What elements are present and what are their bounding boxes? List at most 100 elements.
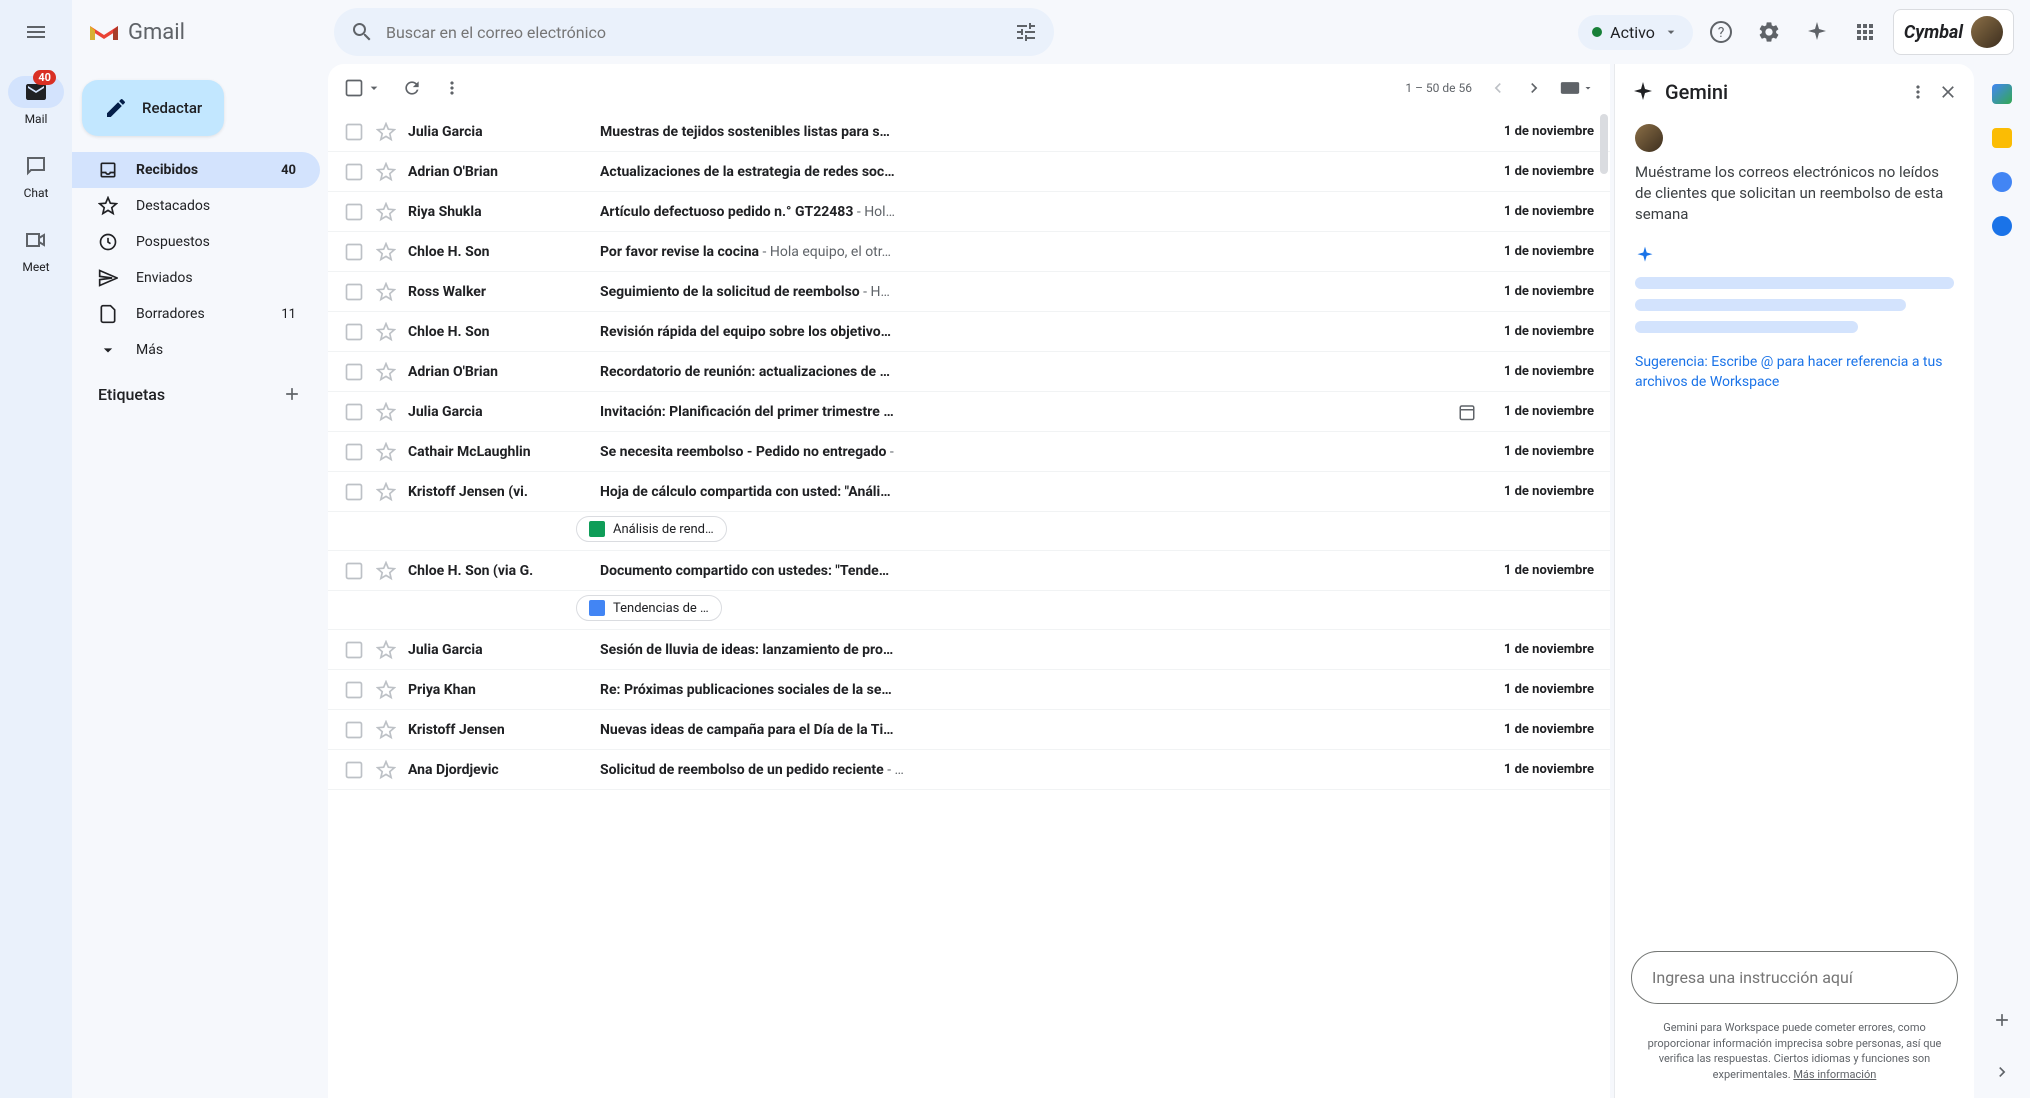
gemini-input[interactable] (1652, 968, 1937, 987)
avatar[interactable] (1971, 16, 2003, 48)
email-sender: Adrian O'Brian (408, 364, 588, 380)
star-icon[interactable] (376, 282, 396, 302)
row-checkbox[interactable] (344, 561, 364, 581)
scrollbar[interactable] (1600, 114, 1608, 174)
email-row[interactable]: Adrian O'Brian Recordatorio de reunión: … (328, 352, 1610, 392)
search-input[interactable] (386, 23, 1002, 42)
email-row[interactable]: Cathair McLaughlin Se necesita reembolso… (328, 432, 1610, 472)
row-checkbox[interactable] (344, 282, 364, 302)
star-icon[interactable] (376, 561, 396, 581)
email-row[interactable]: Kristoff Jensen Nuevas ideas de campaña … (328, 710, 1610, 750)
input-tools-button[interactable] (1560, 81, 1594, 95)
star-icon[interactable] (376, 202, 396, 222)
row-checkbox[interactable] (344, 640, 364, 660)
row-checkbox[interactable] (344, 362, 364, 382)
nav-item-more[interactable]: Más (72, 332, 320, 368)
brand-box[interactable]: Cymbal (1893, 9, 2014, 55)
row-checkbox[interactable] (344, 322, 364, 342)
row-checkbox[interactable] (344, 242, 364, 262)
gemini-input-wrap[interactable] (1631, 951, 1958, 1004)
select-all-checkbox[interactable] (344, 78, 364, 98)
email-row[interactable]: Kristoff Jensen (vi. Hoja de cálculo com… (328, 472, 1610, 512)
email-sender: Chloe H. Son (via G. (408, 563, 588, 579)
rail-mail[interactable]: 40 Mail (0, 72, 72, 130)
rail-meet[interactable]: Meet (0, 220, 72, 278)
row-checkbox[interactable] (344, 402, 364, 422)
star-icon[interactable] (376, 720, 396, 740)
select-dropdown-icon[interactable] (366, 80, 382, 96)
gemini-panel: Gemini Muéstrame los correos electrónico… (1614, 64, 1974, 1098)
prev-page-button[interactable] (1488, 78, 1508, 98)
header: Gmail Activo ? Cymbal (72, 0, 2030, 64)
star-icon[interactable] (376, 402, 396, 422)
contacts-app-icon[interactable] (1992, 216, 2012, 236)
status-chip[interactable]: Activo (1578, 15, 1693, 50)
star-icon[interactable] (376, 362, 396, 382)
email-row[interactable]: Chloe H. Son Por favor revise la cocina … (328, 232, 1610, 272)
row-checkbox[interactable] (344, 482, 364, 502)
star-icon[interactable] (376, 680, 396, 700)
email-row[interactable]: Chloe H. Son (via G. Documento compartid… (328, 551, 1610, 591)
nav-item-draft[interactable]: Borradores 11 (72, 296, 320, 332)
star-icon[interactable] (376, 482, 396, 502)
nav-item-star[interactable]: Destacados (72, 188, 320, 224)
plus-icon[interactable] (282, 384, 302, 404)
nav-item-clock[interactable]: Pospuestos (72, 224, 320, 260)
help-button[interactable]: ? (1701, 12, 1741, 52)
nav-item-inbox[interactable]: Recibidos 40 (72, 152, 320, 188)
row-checkbox[interactable] (344, 720, 364, 740)
star-icon[interactable] (376, 640, 396, 660)
settings-button[interactable] (1749, 12, 1789, 52)
email-row[interactable]: Ana Djordjevic Solicitud de reembolso de… (328, 750, 1610, 790)
email-row[interactable]: Adrian O'Brian Actualizaciones de la est… (328, 152, 1610, 192)
email-subject: Se necesita reembolso - Pedido no entreg… (600, 444, 1480, 460)
compose-button[interactable]: Redactar (82, 80, 224, 136)
email-row[interactable]: Riya Shukla Artículo defectuoso pedido n… (328, 192, 1610, 232)
tasks-app-icon[interactable] (1992, 172, 2012, 192)
email-sender: Kristoff Jensen (408, 722, 588, 738)
more-button[interactable] (442, 78, 462, 98)
tune-icon[interactable] (1014, 20, 1038, 44)
logo[interactable]: Gmail (88, 20, 326, 45)
email-subject: Documento compartido con ustedes: "Tende… (600, 563, 1480, 579)
collapse-rail-button[interactable] (1992, 1062, 2012, 1082)
search-bar[interactable] (334, 8, 1054, 56)
sparkle-icon (1805, 20, 1829, 44)
attachment-chip[interactable]: Análisis de rend… (576, 516, 727, 542)
calendar-icon (1458, 403, 1476, 421)
email-row[interactable]: Julia Garcia Muestras de tejidos sosteni… (328, 112, 1610, 152)
row-checkbox[interactable] (344, 680, 364, 700)
star-icon[interactable] (376, 322, 396, 342)
row-checkbox[interactable] (344, 122, 364, 142)
star-icon[interactable] (376, 760, 396, 780)
email-row[interactable]: Priya Khan Re: Próximas publicaciones so… (328, 670, 1610, 710)
keep-app-icon[interactable] (1992, 128, 2012, 148)
star-icon[interactable] (376, 242, 396, 262)
refresh-button[interactable] (402, 78, 422, 98)
row-checkbox[interactable] (344, 202, 364, 222)
gemini-close-button[interactable] (1938, 82, 1958, 102)
email-row[interactable]: Ross Walker Seguimiento de la solicitud … (328, 272, 1610, 312)
email-row[interactable]: Julia Garcia Invitación: Planificación d… (328, 392, 1610, 432)
main-menu-button[interactable] (12, 8, 60, 56)
next-page-button[interactable] (1524, 78, 1544, 98)
rail-chat[interactable]: Chat (0, 146, 72, 204)
attachment-chip[interactable]: Tendencias de … (576, 595, 722, 621)
svg-text:?: ? (1718, 25, 1725, 41)
star-icon[interactable] (376, 442, 396, 462)
row-checkbox[interactable] (344, 760, 364, 780)
more-info-link[interactable]: Más información (1793, 1068, 1876, 1081)
gemini-more-button[interactable] (1908, 82, 1928, 102)
star-icon[interactable] (376, 162, 396, 182)
email-row[interactable]: Julia Garcia Sesión de lluvia de ideas: … (328, 630, 1610, 670)
calendar-app-icon[interactable] (1992, 84, 2012, 104)
row-checkbox[interactable] (344, 162, 364, 182)
email-subject: Recordatorio de reunión: actualizaciones… (600, 364, 1480, 380)
add-app-button[interactable] (1992, 1010, 2012, 1030)
star-icon[interactable] (376, 122, 396, 142)
row-checkbox[interactable] (344, 442, 364, 462)
nav-item-send[interactable]: Enviados (72, 260, 320, 296)
apps-button[interactable] (1845, 12, 1885, 52)
email-row[interactable]: Chloe H. Son Revisión rápida del equipo … (328, 312, 1610, 352)
gemini-header-button[interactable] (1797, 12, 1837, 52)
